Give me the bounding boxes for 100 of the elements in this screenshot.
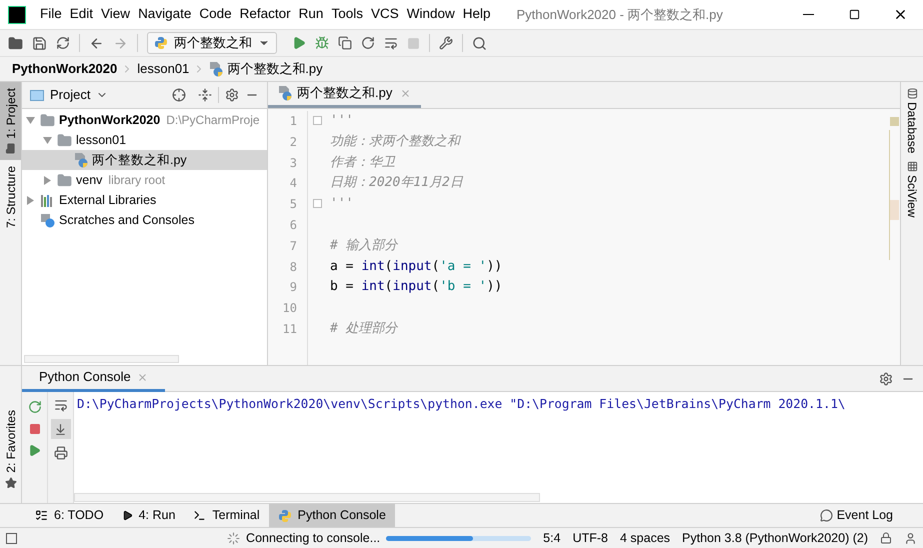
libraries-icon bbox=[40, 194, 55, 206]
sync-icon[interactable] bbox=[56, 36, 70, 50]
tree-item[interactable]: Scratches and Consoles bbox=[22, 210, 267, 230]
menu-item[interactable]: Refactor bbox=[236, 4, 295, 25]
menu-item[interactable]: VCS bbox=[366, 4, 403, 25]
event-log-button[interactable]: Event Log bbox=[820, 506, 893, 525]
python-file-icon bbox=[278, 85, 292, 101]
side-tab[interactable]: 7: Structure bbox=[0, 160, 21, 234]
console-output: D:\PyCharmProjects\PythonWork2020\venv\Scripts\python.exe "D:\Program Files\JetBrains\PyCharm 2020.1.1\ bbox=[76, 395, 846, 413]
print-icon[interactable] bbox=[54, 446, 68, 460]
python-icon bbox=[278, 508, 292, 522]
app-logo bbox=[8, 6, 26, 24]
folder-icon bbox=[57, 172, 72, 188]
tool-window-tab[interactable]: 4: Run bbox=[112, 504, 184, 528]
menu-item[interactable]: Window bbox=[402, 4, 459, 25]
line-number: 6 bbox=[290, 216, 297, 234]
breadcrumb-item[interactable]: PythonWork2020 bbox=[12, 59, 118, 79]
menu-item[interactable]: File bbox=[36, 4, 66, 25]
debug-icon[interactable] bbox=[315, 36, 329, 50]
tree-item[interactable]: External Libraries bbox=[22, 190, 267, 210]
menu-item[interactable]: Navigate bbox=[134, 4, 196, 25]
menu-item[interactable]: Edit bbox=[66, 4, 98, 25]
tree-item[interactable]: PythonWork2020 D:\PyCharmProje bbox=[22, 110, 267, 130]
breadcrumb-item[interactable]: 两个整数之和.py bbox=[227, 59, 323, 79]
expand-arrow-icon[interactable] bbox=[26, 116, 34, 124]
line-number: 7 bbox=[290, 238, 297, 255]
line-number: 9 bbox=[290, 279, 297, 296]
search-icon[interactable] bbox=[472, 36, 487, 50]
menu-item[interactable]: View bbox=[97, 4, 134, 25]
list-icon bbox=[35, 509, 48, 522]
toggle-panel-icon[interactable] bbox=[6, 532, 17, 544]
locate-icon[interactable] bbox=[172, 88, 186, 102]
line-number: 1 bbox=[290, 113, 297, 130]
side-tab[interactable]: Database bbox=[903, 88, 921, 154]
python-icon bbox=[154, 36, 168, 50]
collapse-arrow-icon[interactable] bbox=[26, 196, 34, 204]
terminal-icon bbox=[193, 509, 206, 522]
tree-item[interactable]: venv library root bbox=[22, 170, 267, 190]
line-number: 11 bbox=[282, 320, 297, 338]
encoding[interactable]: UTF-8 bbox=[572, 528, 608, 548]
scroll-to-end-button[interactable] bbox=[50, 419, 70, 439]
indent-setting[interactable]: 4 spaces bbox=[620, 528, 670, 548]
tree-item[interactable]: lesson01 bbox=[22, 130, 267, 150]
tree-item[interactable]: 两个整数之和.py bbox=[22, 150, 267, 170]
scroll-down-icon bbox=[54, 422, 67, 436]
settings-icon[interactable] bbox=[439, 36, 453, 50]
save-icon[interactable] bbox=[32, 36, 47, 50]
database-icon bbox=[906, 88, 918, 99]
line-number: 8 bbox=[290, 258, 297, 276]
change-marker bbox=[890, 200, 899, 220]
menu-item[interactable]: Help bbox=[458, 4, 494, 25]
fold-marker[interactable] bbox=[313, 199, 322, 208]
line-number: 2 bbox=[290, 134, 297, 151]
tree-label: venv bbox=[76, 172, 102, 189]
fold-marker[interactable] bbox=[313, 116, 322, 125]
side-tab[interactable]: 2: Favorites bbox=[2, 410, 20, 473]
settings-icon[interactable] bbox=[879, 372, 893, 386]
run-icon[interactable] bbox=[28, 444, 41, 457]
tree-label: lesson01 bbox=[76, 132, 126, 149]
collapse-all-icon[interactable] bbox=[198, 88, 212, 102]
stop-icon[interactable] bbox=[28, 423, 40, 435]
back-icon[interactable] bbox=[89, 36, 104, 50]
scrollbar[interactable] bbox=[24, 355, 179, 363]
expand-arrow-icon[interactable] bbox=[42, 136, 52, 144]
collapse-arrow-icon[interactable] bbox=[44, 176, 50, 184]
python-file-icon bbox=[209, 61, 224, 77]
minimize-icon bbox=[802, 14, 814, 15]
menu-item[interactable]: Code bbox=[195, 4, 236, 25]
code-comment: # 处理部分 bbox=[330, 320, 398, 338]
side-tab[interactable]: SciView bbox=[903, 161, 921, 218]
speech-bubble-icon bbox=[820, 509, 833, 522]
code-line: b = int(input('b = ')) bbox=[330, 278, 502, 296]
side-tab[interactable]: 1: Project bbox=[0, 82, 21, 160]
scrollbar[interactable] bbox=[74, 493, 540, 502]
tool-window-tab[interactable]: Python Console bbox=[268, 504, 395, 528]
run-icon[interactable] bbox=[292, 36, 306, 50]
panel-title[interactable]: Project bbox=[50, 85, 90, 105]
code-comment: 日期：2020年11月2日 bbox=[330, 174, 463, 192]
breadcrumb-item[interactable]: lesson01 bbox=[137, 59, 190, 79]
window-title: PythonWork2020 - 两个整数之和.py bbox=[516, 6, 723, 24]
run-config-dropdown[interactable]: 两个整数之和 bbox=[147, 32, 277, 54]
menu-item[interactable]: Run bbox=[294, 4, 328, 25]
code-comment: 作者：华卫 bbox=[330, 154, 395, 172]
inspection-marker bbox=[890, 117, 898, 126]
settings-icon[interactable] bbox=[225, 88, 239, 102]
tree-note: D:\PyCharmProje bbox=[166, 112, 260, 129]
code-line: a = int(input('a = ')) bbox=[330, 258, 502, 276]
tool-window-tab[interactable]: Terminal bbox=[184, 504, 269, 528]
interpreter[interactable]: Python 3.8 (PythonWork2020) (2) bbox=[682, 528, 868, 548]
folder-icon bbox=[57, 132, 72, 148]
tool-window-tab[interactable]: 6: TODO bbox=[26, 504, 113, 528]
lock-icon[interactable] bbox=[880, 532, 892, 544]
panel-icon bbox=[30, 90, 44, 100]
code-comment: # 输入部分 bbox=[330, 236, 398, 255]
open-icon[interactable] bbox=[8, 36, 23, 50]
menu-item[interactable]: Tools bbox=[327, 4, 367, 25]
rerun-icon[interactable] bbox=[28, 400, 42, 414]
soft-wrap-icon[interactable] bbox=[54, 398, 68, 412]
caret-position[interactable]: 5:4 bbox=[543, 528, 561, 548]
play-icon bbox=[122, 510, 133, 521]
